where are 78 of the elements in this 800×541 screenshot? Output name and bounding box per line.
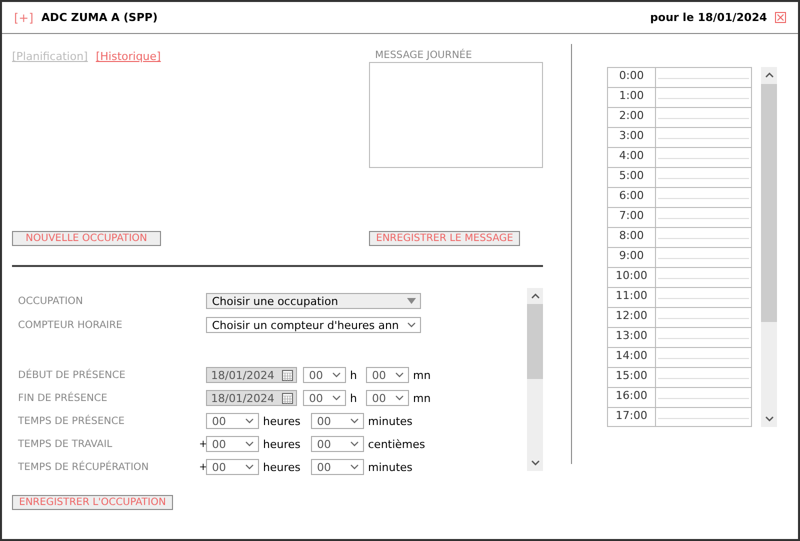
scroll-down-icon[interactable] [531,460,540,466]
unit-label: mn [412,392,431,404]
scroll-down-icon[interactable] [765,416,774,422]
message-field[interactable] [369,62,543,168]
hour-label: 5:00 [608,168,656,187]
scroll-thumb[interactable] [527,304,543,379]
plus-sign: + [199,462,206,472]
hour-label: 8:00 [608,228,656,247]
close-icon[interactable] [775,12,786,23]
hour-label: 4:00 [608,148,656,167]
scrollbar[interactable] [761,67,777,427]
hour-label: 13:00 [608,328,656,347]
unit-label: heures [263,438,302,450]
chevron-down-icon [245,441,254,447]
chevron-down-icon [350,418,359,424]
unit-label: h [350,392,357,404]
field-label: TEMPS DE PRÉSENCE [18,416,126,426]
counter-select[interactable]: Choisir un compteur d'heures ann [206,317,421,333]
unit-label: mn [412,368,431,382]
field-label: TEMPS DE TRAVAIL [18,438,114,450]
hour-label: 0:00 [608,68,656,87]
chevron-down-icon [245,464,254,470]
chevron-down-icon [394,372,404,378]
message-label: MESSAGE JOURNÉE [374,50,472,61]
hour-select[interactable]: 00 [206,459,259,475]
field-label: COMPTEUR HORAIRE [18,320,124,330]
chevron-down-icon [407,322,416,328]
hour-label: 16:00 [608,388,656,407]
triangle-down-icon [407,298,416,304]
chevron-down-icon [394,395,404,401]
hour-label: 11:00 [608,288,656,307]
chevron-down-icon [332,372,341,378]
chevron-down-icon [332,395,341,401]
hour-select[interactable]: 00 [303,390,346,406]
unit-label: heures [263,414,302,428]
hour-label: 10:00 [608,268,656,287]
minute-select[interactable]: 00 [366,390,409,406]
calendar-icon[interactable] [282,370,293,380]
chevron-down-icon [245,418,254,424]
hour-select[interactable]: 00 [206,413,259,429]
minute-select[interactable]: 00 [311,436,364,452]
scroll-thumb[interactable] [761,84,777,322]
unit-label: h [350,368,357,382]
date-field[interactable]: 18/01/2024 [206,390,297,406]
minute-select[interactable]: 00 [366,367,409,383]
hour-label: 1:00 [608,88,656,107]
hour-select[interactable]: 00 [206,436,259,452]
chevron-down-icon [350,441,359,447]
calendar-icon[interactable] [282,392,293,404]
scrollbar[interactable] [527,288,543,471]
hour-label: 12:00 [608,308,656,327]
unit-label: heures [263,460,302,474]
hour-label: 2:00 [608,108,656,127]
field-label: FIN DE PRÉSENCE [18,392,108,404]
hour-label: 15:00 [608,368,656,387]
field-label: OCCUPATION [18,296,84,306]
unit-label: minutes [368,414,413,428]
unit-label: minutes [368,460,413,474]
date-field[interactable]: 18/01/2024 [206,367,297,383]
unit-label: centièmes [368,438,426,450]
field-label: DÉBUT DE PRÉSENCE [18,370,126,380]
plus-sign: + [199,438,206,450]
hour-select[interactable]: 00 [303,367,346,383]
minute-select[interactable]: 00 [311,459,364,475]
minute-select[interactable]: 00 [311,413,364,429]
field-label: TEMPS DE RÉCUPÉRATION [18,462,150,472]
window-title: ADC ZUMA A (SPP) [41,11,159,24]
hour-label: 6:00 [608,188,656,207]
hour-label: 17:00 [608,408,656,426]
date-title: pour le 18/01/2024 [650,11,767,24]
hour-label: 7:00 [608,208,656,227]
occupation-select[interactable]: Choisir une occupation [206,293,421,309]
scroll-up-icon[interactable] [531,293,540,299]
chevron-down-icon [350,464,359,470]
hour-label: 3:00 [608,128,656,147]
hour-label: 14:00 [608,348,656,367]
scroll-up-icon[interactable] [765,72,774,78]
hour-label: 9:00 [608,248,656,267]
